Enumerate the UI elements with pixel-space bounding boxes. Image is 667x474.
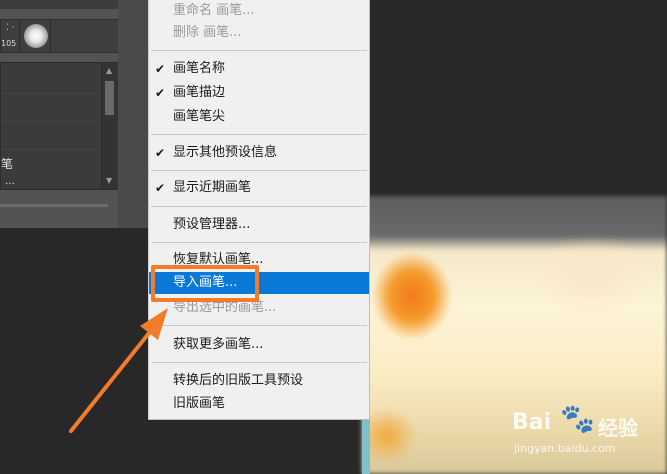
baidu-logo-text: Bai [512,410,552,435]
baidu-jingyan-text: 经验 [598,416,638,440]
watermark-url: jingyan.baidu.com [514,442,616,455]
baidu-watermark: Bai 🐾 经验 jingyan.baidu.com [512,402,662,462]
paw-icon: 🐾 [560,402,595,435]
